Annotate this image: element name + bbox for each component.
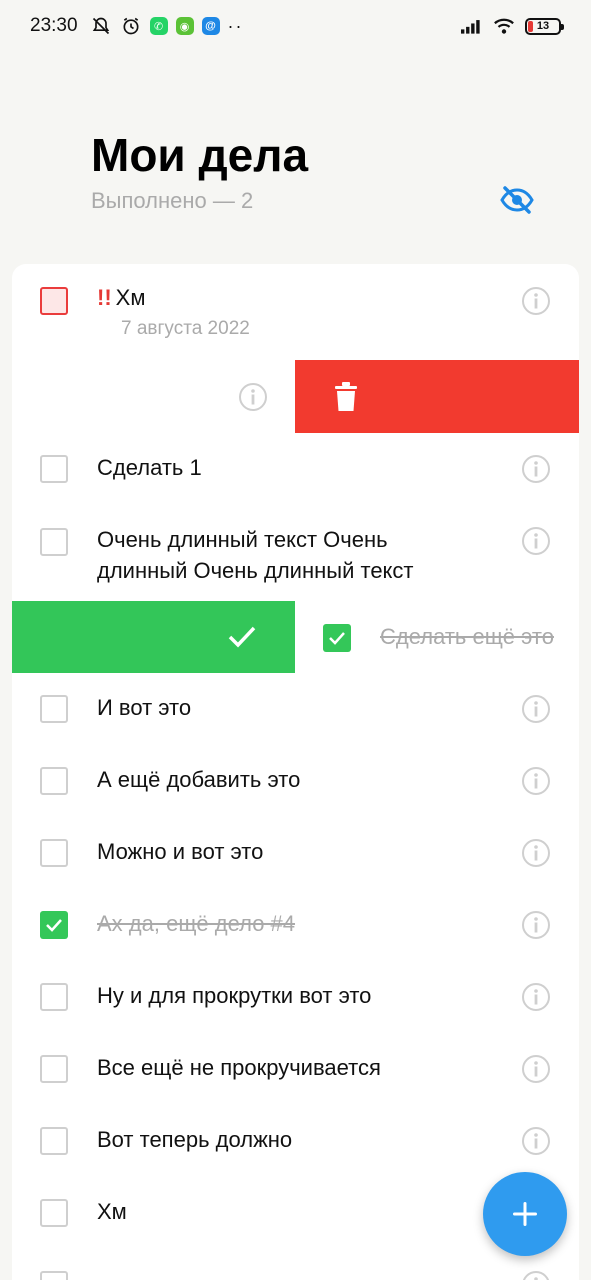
info-button[interactable] xyxy=(521,766,551,796)
task-title: Ах да, ещё дело #4 xyxy=(97,911,296,936)
info-button[interactable] xyxy=(521,1054,551,1084)
complete-action[interactable] xyxy=(12,601,295,673)
task-checkbox-checked[interactable] xyxy=(40,911,68,939)
alarm-icon xyxy=(120,15,142,37)
task-title: Хм xyxy=(97,1199,127,1224)
battery-level: 13 xyxy=(536,20,550,32)
task-row[interactable]: Все ещё не прокручивается xyxy=(12,1033,579,1105)
info-button[interactable] xyxy=(521,1270,551,1280)
info-icon xyxy=(522,983,550,1011)
add-task-button[interactable] xyxy=(483,1172,567,1256)
info-icon xyxy=(522,1271,550,1280)
toggle-visibility-button[interactable] xyxy=(497,180,537,220)
info-icon xyxy=(522,839,550,867)
wifi-icon xyxy=(493,15,515,37)
info-icon xyxy=(522,911,550,939)
info-icon xyxy=(522,1127,550,1155)
info-button[interactable] xyxy=(521,1126,551,1156)
status-bar: 23:30 ✆ ◉ @ ·· 13 xyxy=(0,0,591,52)
task-checkbox[interactable] xyxy=(40,528,68,556)
task-title: А ещё добавить это xyxy=(97,767,301,792)
task-list[interactable]: !! Хм 7 августа 2022 Сделать 1 Очень длин… xyxy=(12,264,579,1280)
task-title: Все ещё не прокручивается xyxy=(97,1055,381,1080)
task-row[interactable]: !! Хм 7 августа 2022 xyxy=(12,264,579,360)
task-row-swiped-complete[interactable]: Сделать ещё это xyxy=(295,601,579,673)
mail-icon: @ xyxy=(201,17,220,35)
task-row[interactable]: Можно и вот это xyxy=(12,817,579,889)
task-title: И вот это xyxy=(97,695,192,720)
page-title: Мои дела xyxy=(91,129,309,181)
more-icon: ·· xyxy=(227,15,244,36)
info-button[interactable] xyxy=(521,910,551,940)
task-checkbox[interactable] xyxy=(40,1127,68,1155)
whatsapp-icon: ✆ xyxy=(149,17,168,35)
task-title: Ну и для прокрутки вот это xyxy=(97,983,372,1008)
task-checkbox[interactable] xyxy=(40,767,68,795)
info-icon xyxy=(522,1055,550,1083)
completed-count: Выполнено — 2 xyxy=(91,188,254,213)
check-icon xyxy=(46,919,62,932)
task-title: Сделать ещё это xyxy=(380,624,554,649)
info-button[interactable] xyxy=(521,694,551,724)
task-title: Вот теперь должно xyxy=(97,1127,293,1152)
task-row[interactable]: Ах да, ещё дело #4 xyxy=(12,889,579,961)
task-checkbox[interactable] xyxy=(40,1271,68,1280)
android-icon: ◉ xyxy=(175,17,194,35)
task-title: Сделать 1 xyxy=(97,455,202,480)
delete-action[interactable] xyxy=(295,360,579,433)
eye-off-icon xyxy=(500,186,534,214)
task-row[interactable]: Сделать 1 xyxy=(12,433,579,505)
info-button[interactable] xyxy=(238,382,268,412)
task-title: !! Хм xyxy=(97,285,146,310)
status-time: 23:30 xyxy=(30,15,78,36)
task-checkbox[interactable] xyxy=(40,695,68,723)
battery-icon: 13 xyxy=(525,17,564,35)
checkmark-icon xyxy=(228,626,256,648)
task-row[interactable]: А ещё добавить это xyxy=(12,745,579,817)
priority-marker: !! xyxy=(97,285,112,310)
task-checkbox-checked[interactable] xyxy=(323,624,351,652)
task-row[interactable]: И вот это xyxy=(12,673,579,745)
task-row[interactable] xyxy=(12,1249,579,1280)
task-row[interactable]: Вот теперь должно xyxy=(12,1105,579,1177)
signal-icon xyxy=(461,15,483,37)
check-icon xyxy=(329,632,345,645)
task-date: 7 августа 2022 xyxy=(121,318,250,339)
task-checkbox[interactable] xyxy=(40,1055,68,1083)
info-icon xyxy=(522,527,550,555)
info-button[interactable] xyxy=(521,286,551,316)
task-title: Очень длинный текст Очень длинный Очень … xyxy=(97,527,414,583)
plus-icon xyxy=(513,1202,537,1226)
info-icon xyxy=(522,455,550,483)
info-icon xyxy=(522,695,550,723)
info-button[interactable] xyxy=(521,838,551,868)
task-checkbox[interactable] xyxy=(40,455,68,483)
info-icon xyxy=(522,767,550,795)
task-checkbox[interactable] xyxy=(40,839,68,867)
trash-icon xyxy=(335,381,357,411)
info-icon xyxy=(522,287,550,315)
task-checkbox[interactable] xyxy=(40,1199,68,1227)
task-title: Можно и вот это xyxy=(97,839,264,864)
info-button[interactable] xyxy=(521,454,551,484)
info-button[interactable] xyxy=(521,982,551,1012)
info-button[interactable] xyxy=(521,526,551,556)
task-checkbox[interactable] xyxy=(40,983,68,1011)
task-row[interactable]: Очень длинный текст Очень длинный Очень … xyxy=(12,505,579,601)
task-checkbox[interactable] xyxy=(40,287,68,315)
bell-off-icon xyxy=(90,15,112,37)
task-row[interactable]: Ну и для прокрутки вот это xyxy=(12,961,579,1033)
info-icon xyxy=(239,383,267,411)
